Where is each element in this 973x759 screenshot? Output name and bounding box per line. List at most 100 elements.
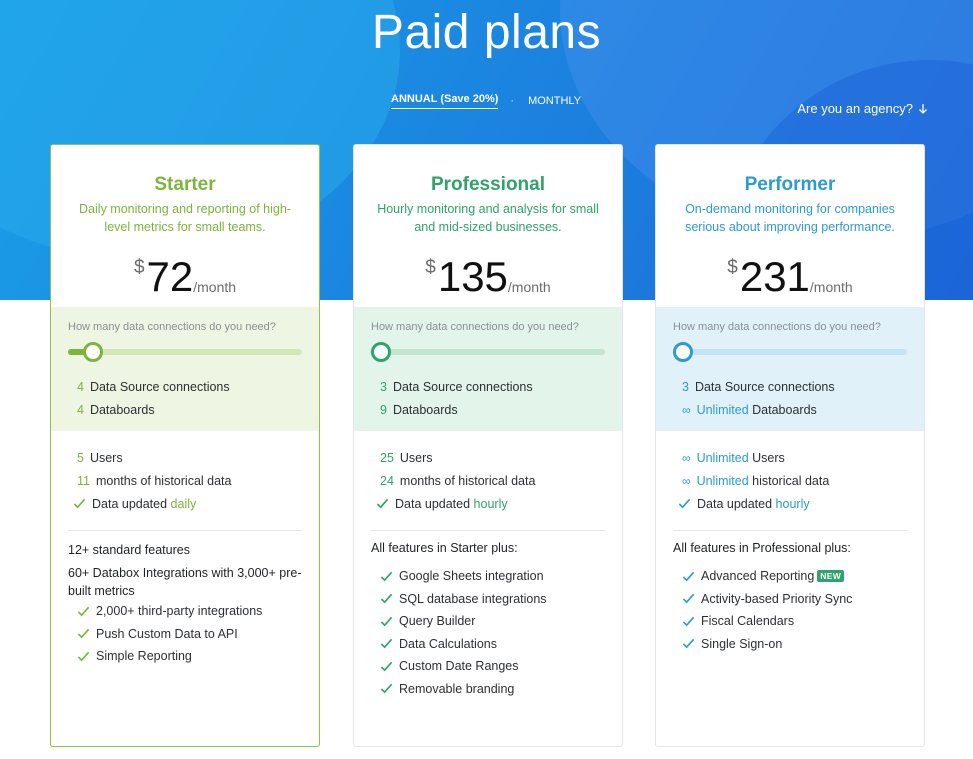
feature-label: Custom Date Ranges (399, 659, 519, 674)
list-item: Data updated daily (73, 492, 231, 515)
list-item: 3 Data Source connections (682, 375, 835, 398)
slider-handle[interactable] (673, 342, 693, 362)
slider-handle[interactable] (371, 342, 391, 362)
check-icon (678, 498, 691, 509)
plan-price: $ 231 /month (656, 253, 924, 301)
check-icon (682, 594, 695, 604)
billing-annual-tab[interactable]: ANNUAL (Save 20%) (391, 93, 499, 109)
count: 9 (380, 402, 387, 417)
label: Databoards (89, 402, 155, 417)
label: Data updated (395, 496, 471, 511)
list-item: Data updated hourly (678, 492, 829, 515)
count: 3 (682, 379, 689, 394)
label: Data updated (92, 496, 168, 511)
label: Data updated (697, 496, 773, 511)
connections-question: How many data connections do you need? (371, 321, 579, 333)
list-item: 4 Data Source connections (77, 375, 230, 398)
connections-list: 3 Data Source connections ∞ Unlimited Data… (682, 375, 835, 421)
count: 4 (77, 379, 84, 394)
list-item: ∞ Unlimited Databoards (682, 398, 835, 421)
connections-slider[interactable] (68, 342, 302, 362)
feature-list: Google Sheets integration SQL database i… (380, 565, 547, 700)
infinity-icon: ∞ (682, 450, 691, 465)
feature-heading: 60+ Databox Integrations with 3,000+ pre… (68, 566, 302, 598)
arrow-down-icon (919, 103, 927, 114)
count: 25 (380, 450, 394, 465)
feature-label: Google Sheets integration (399, 569, 544, 584)
check-icon (682, 639, 695, 649)
agency-link[interactable]: Are you an agency? (797, 101, 929, 116)
plan-price: $ 72 /month (51, 253, 319, 301)
check-icon (376, 498, 389, 509)
label: months of historical data (95, 473, 232, 488)
billing-monthly-tab[interactable]: MONTHLY (528, 95, 581, 107)
label: Databoards (392, 402, 458, 417)
feature-label: Simple Reporting (96, 649, 192, 664)
connections-panel: How many data connections do you need? 3… (354, 307, 622, 431)
limits-list: 25 Users 24 months of historical data Data… (376, 446, 535, 515)
billing-toggle: ANNUAL (Save 20%) · MONTHLY (391, 92, 581, 110)
list-item: 3 Data Source connections (380, 375, 533, 398)
update-frequency: hourly (473, 496, 508, 511)
check-icon (73, 498, 86, 509)
feature-label: Removable branding (399, 681, 515, 696)
count: 11 (77, 473, 90, 488)
feature-item: Query Builder (380, 610, 547, 633)
slider-handle[interactable] (82, 342, 103, 362)
label: Databoards (752, 402, 817, 417)
list-item: 5 Users (77, 446, 231, 469)
feature-item: Advanced Reporting NEW (682, 565, 852, 588)
feature-item: Activity-based Priority Sync (682, 588, 853, 611)
unlimited-label: Unlimited (696, 473, 749, 488)
feature-label: 2,000+ third-party integrations (96, 604, 263, 619)
label: Users (752, 450, 785, 465)
billing-separator: · (510, 95, 515, 107)
price-currency: $ (133, 257, 145, 278)
unlimited-label: Unlimited (696, 402, 749, 417)
feature-item: Simple Reporting (77, 645, 262, 668)
check-icon (380, 594, 393, 604)
feature-label: Query Builder (399, 614, 476, 629)
check-icon (77, 651, 90, 662)
feature-label: Data Calculations (399, 636, 497, 651)
pricing-page: Paid plans ANNUAL (Save 20%) · MONTHLY A… (0, 0, 973, 759)
feature-item: Data Calculations (380, 633, 547, 656)
update-frequency: daily (170, 496, 197, 511)
check-icon (380, 616, 393, 627)
connections-slider[interactable] (371, 342, 605, 362)
price-amount: 231 (739, 253, 810, 300)
list-item: 24 months of historical data (380, 469, 535, 492)
update-frequency: hourly (775, 496, 810, 511)
feature-list: 2,000+ third-party integrations Push Cus… (77, 600, 263, 668)
label: Data Source connections (89, 379, 230, 394)
price-amount: 72 (146, 253, 194, 300)
new-badge: NEW (817, 570, 845, 583)
connections-list: 4 Data Source connections 4 Databoards (77, 375, 230, 421)
feature-heading: 12+ standard features (68, 543, 190, 557)
connections-question: How many data connections do you need? (673, 321, 881, 333)
price-currency: $ (425, 257, 436, 278)
divider (371, 530, 605, 531)
feature-item: Push Custom Data to API (77, 623, 262, 646)
connections-slider[interactable] (673, 342, 907, 362)
divider (673, 530, 907, 531)
check-icon (380, 684, 393, 694)
plan-description: On-demand monitoring for companies serio… (685, 202, 895, 234)
plan-price: $ 135 /month (354, 253, 622, 301)
feature-item: Single Sign-on (682, 633, 852, 656)
label: Users (399, 450, 433, 465)
limits-list: 5 Users 11 months of historical data Data … (73, 446, 232, 515)
plan-card-starter: Starter Daily monitoring and reporting o… (50, 144, 320, 747)
connections-question: How many data connections do you need? (68, 321, 276, 333)
count: 4 (77, 402, 84, 417)
infinity-icon: ∞ (682, 402, 691, 417)
price-period: /month (193, 279, 237, 295)
feature-heading: All features in Starter plus: (371, 541, 518, 555)
list-item: 9 Databoards (380, 398, 533, 421)
feature-label: Activity-based Priority Sync (701, 591, 853, 606)
label: Data Source connections (392, 379, 533, 394)
feature-item: Custom Date Ranges (380, 655, 547, 678)
check-icon (682, 616, 695, 627)
count: 3 (380, 379, 387, 394)
infinity-icon: ∞ (682, 473, 691, 488)
